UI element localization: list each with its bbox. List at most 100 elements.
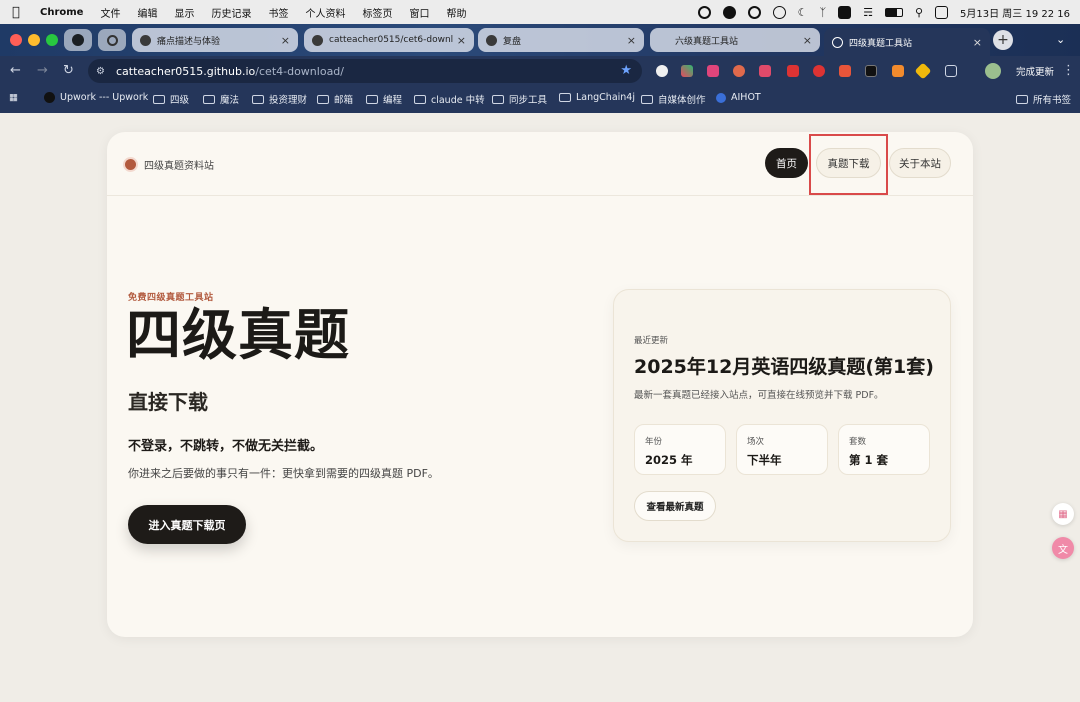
- profile-avatar[interactable]: [985, 63, 1001, 79]
- tab-pain-points[interactable]: 痛点描述与体验 ×: [132, 28, 298, 52]
- extension-red-icon[interactable]: [813, 65, 825, 77]
- latest-eyebrow: 最近更新: [634, 336, 669, 346]
- app-s-icon[interactable]: [838, 5, 852, 19]
- extension-binance-icon[interactable]: [914, 62, 932, 80]
- menubar-datetime[interactable]: 5月13日 周三 19 22 16: [960, 5, 1070, 20]
- bookmark-folder-coding[interactable]: 编程: [366, 92, 402, 106]
- menu-bookmarks[interactable]: 书签: [268, 5, 288, 20]
- github-icon: [72, 34, 84, 46]
- bookmark-folder-media[interactable]: 自媒体创作: [641, 92, 706, 106]
- pinned-tab-github[interactable]: [64, 29, 92, 51]
- menu-app-name[interactable]: Chrome: [40, 7, 83, 18]
- bookmark-folder-sync[interactable]: 同步工具: [492, 92, 547, 106]
- folder-icon: [317, 94, 329, 104]
- close-icon[interactable]: ×: [973, 36, 982, 49]
- menu-file[interactable]: 文件: [100, 5, 120, 20]
- menu-view[interactable]: 显示: [174, 5, 194, 20]
- bookmark-label: 魔法: [220, 95, 240, 106]
- folder-icon: [559, 93, 571, 102]
- stat-label: 场次: [747, 437, 765, 447]
- extension-x-icon[interactable]: [681, 65, 693, 77]
- floating-translate-icon[interactable]: 文: [1052, 537, 1074, 559]
- moon-icon[interactable]: ☾: [798, 6, 808, 19]
- address-bar[interactable]: ⚙ catteacher0515.github.io/cet4-download…: [88, 59, 642, 83]
- brand-name: 四级真题资料站: [144, 161, 214, 172]
- bookmark-folder-mail[interactable]: 邮箱: [317, 92, 353, 106]
- menu-help[interactable]: 帮助: [446, 5, 466, 20]
- zoom-window-button[interactable]: [46, 34, 58, 46]
- menu-edit[interactable]: 编辑: [137, 5, 157, 20]
- upwork-icon: [44, 92, 55, 103]
- bookmark-folder-cet4[interactable]: 四级: [153, 92, 189, 106]
- close-window-button[interactable]: [10, 34, 22, 46]
- hero-subtitle: 直接下载: [128, 390, 208, 414]
- extension-badge-icon[interactable]: [787, 65, 799, 77]
- back-button[interactable]: ←: [10, 63, 21, 78]
- bluetooth-icon[interactable]: ᛉ: [819, 6, 826, 19]
- close-icon[interactable]: ×: [627, 34, 636, 47]
- bookmark-folder-langchain[interactable]: LangChain4j: [559, 92, 635, 103]
- apps-grid-icon[interactable]: ▦: [9, 92, 18, 103]
- close-icon[interactable]: ×: [281, 34, 290, 47]
- more-menu-icon[interactable]: ⋮: [1062, 63, 1075, 78]
- forward-button[interactable]: →: [37, 63, 48, 78]
- extension-hp-icon[interactable]: [865, 65, 877, 77]
- menu-window[interactable]: 窗口: [409, 5, 429, 20]
- nav-about-button[interactable]: 关于本站: [889, 148, 951, 178]
- tab-cet6[interactable]: 六级真题工具站 ×: [650, 28, 820, 52]
- control-center-icon[interactable]: [935, 5, 949, 19]
- close-icon[interactable]: ×: [457, 34, 466, 47]
- site-brand[interactable]: 四级真题资料站: [125, 157, 214, 172]
- reload-button[interactable]: ↻: [63, 63, 74, 78]
- tab-search-chevron-icon[interactable]: ⌄: [1056, 33, 1065, 46]
- tab-github-repo[interactable]: catteacher0515/cet6-downlo ×: [304, 28, 474, 52]
- tab-review[interactable]: 复盘 ×: [478, 28, 644, 52]
- new-tab-button[interactable]: +: [993, 30, 1013, 50]
- stat-label: 套数: [849, 437, 867, 447]
- minimize-window-button[interactable]: [28, 34, 40, 46]
- extension-mushroom-icon[interactable]: [733, 65, 745, 77]
- play-icon[interactable]: [772, 5, 786, 19]
- airdrop-icon[interactable]: [747, 5, 761, 19]
- bookmark-upwork[interactable]: Upwork --- Upwork: [44, 92, 148, 103]
- menu-tab[interactable]: 标签页: [362, 5, 392, 20]
- folder-icon: [366, 94, 378, 104]
- folder-icon: [641, 94, 653, 104]
- floating-add-app-icon[interactable]: ▦: [1052, 503, 1074, 525]
- bookmark-aihot[interactable]: AIHOT: [716, 92, 761, 103]
- extensions-puzzle-icon[interactable]: [945, 65, 957, 77]
- bookmark-star-icon[interactable]: ★: [620, 63, 632, 78]
- github-icon: [312, 34, 323, 46]
- pinned-tab-openai[interactable]: [98, 29, 126, 51]
- toolbar: ← → ↻ ⚙ catteacher0515.github.io/cet4-do…: [0, 56, 1080, 86]
- view-latest-button[interactable]: 查看最新真题: [634, 491, 716, 521]
- bookmark-folder-claude[interactable]: claude 中转: [414, 92, 485, 106]
- extension-translate-icon[interactable]: [707, 65, 719, 77]
- brand-dot-icon: [125, 159, 136, 170]
- close-icon[interactable]: ×: [803, 34, 812, 47]
- wechat-icon[interactable]: [722, 5, 736, 19]
- latest-description: 最新一套真题已经接入站点，可直接在线预览并下载 PDF。: [634, 390, 884, 401]
- battery-icon[interactable]: [884, 7, 903, 17]
- all-bookmarks-folder[interactable]: 所有书签: [1016, 92, 1071, 106]
- openai-icon: [486, 34, 497, 46]
- extension-fox-icon[interactable]: [892, 65, 904, 77]
- nav-home-button[interactable]: 首页: [765, 148, 808, 178]
- menu-history[interactable]: 历史记录: [211, 5, 251, 20]
- tab-label: 复盘: [503, 36, 522, 47]
- tab-label: 六级真题工具站: [675, 36, 739, 47]
- menu-profiles[interactable]: 个人资料: [305, 5, 345, 20]
- update-button[interactable]: 完成更新: [1010, 62, 1060, 80]
- openai-icon[interactable]: [697, 5, 711, 19]
- wifi-icon[interactable]: ☴: [863, 6, 873, 19]
- search-icon[interactable]: ⚲: [915, 6, 923, 19]
- extension-bird-icon[interactable]: [656, 65, 668, 77]
- extension-shield-icon[interactable]: [839, 65, 851, 77]
- tab-cet4-active[interactable]: 四级真题工具站 ×: [824, 28, 990, 56]
- enter-download-button[interactable]: 进入真题下载页: [128, 505, 246, 544]
- apple-icon[interactable]: : [12, 5, 30, 20]
- extension-tv-icon[interactable]: [759, 65, 771, 77]
- site-settings-icon[interactable]: ⚙: [96, 66, 110, 77]
- bookmark-folder-invest[interactable]: 投资理财: [252, 92, 307, 106]
- bookmark-folder-magic[interactable]: 魔法: [203, 92, 239, 106]
